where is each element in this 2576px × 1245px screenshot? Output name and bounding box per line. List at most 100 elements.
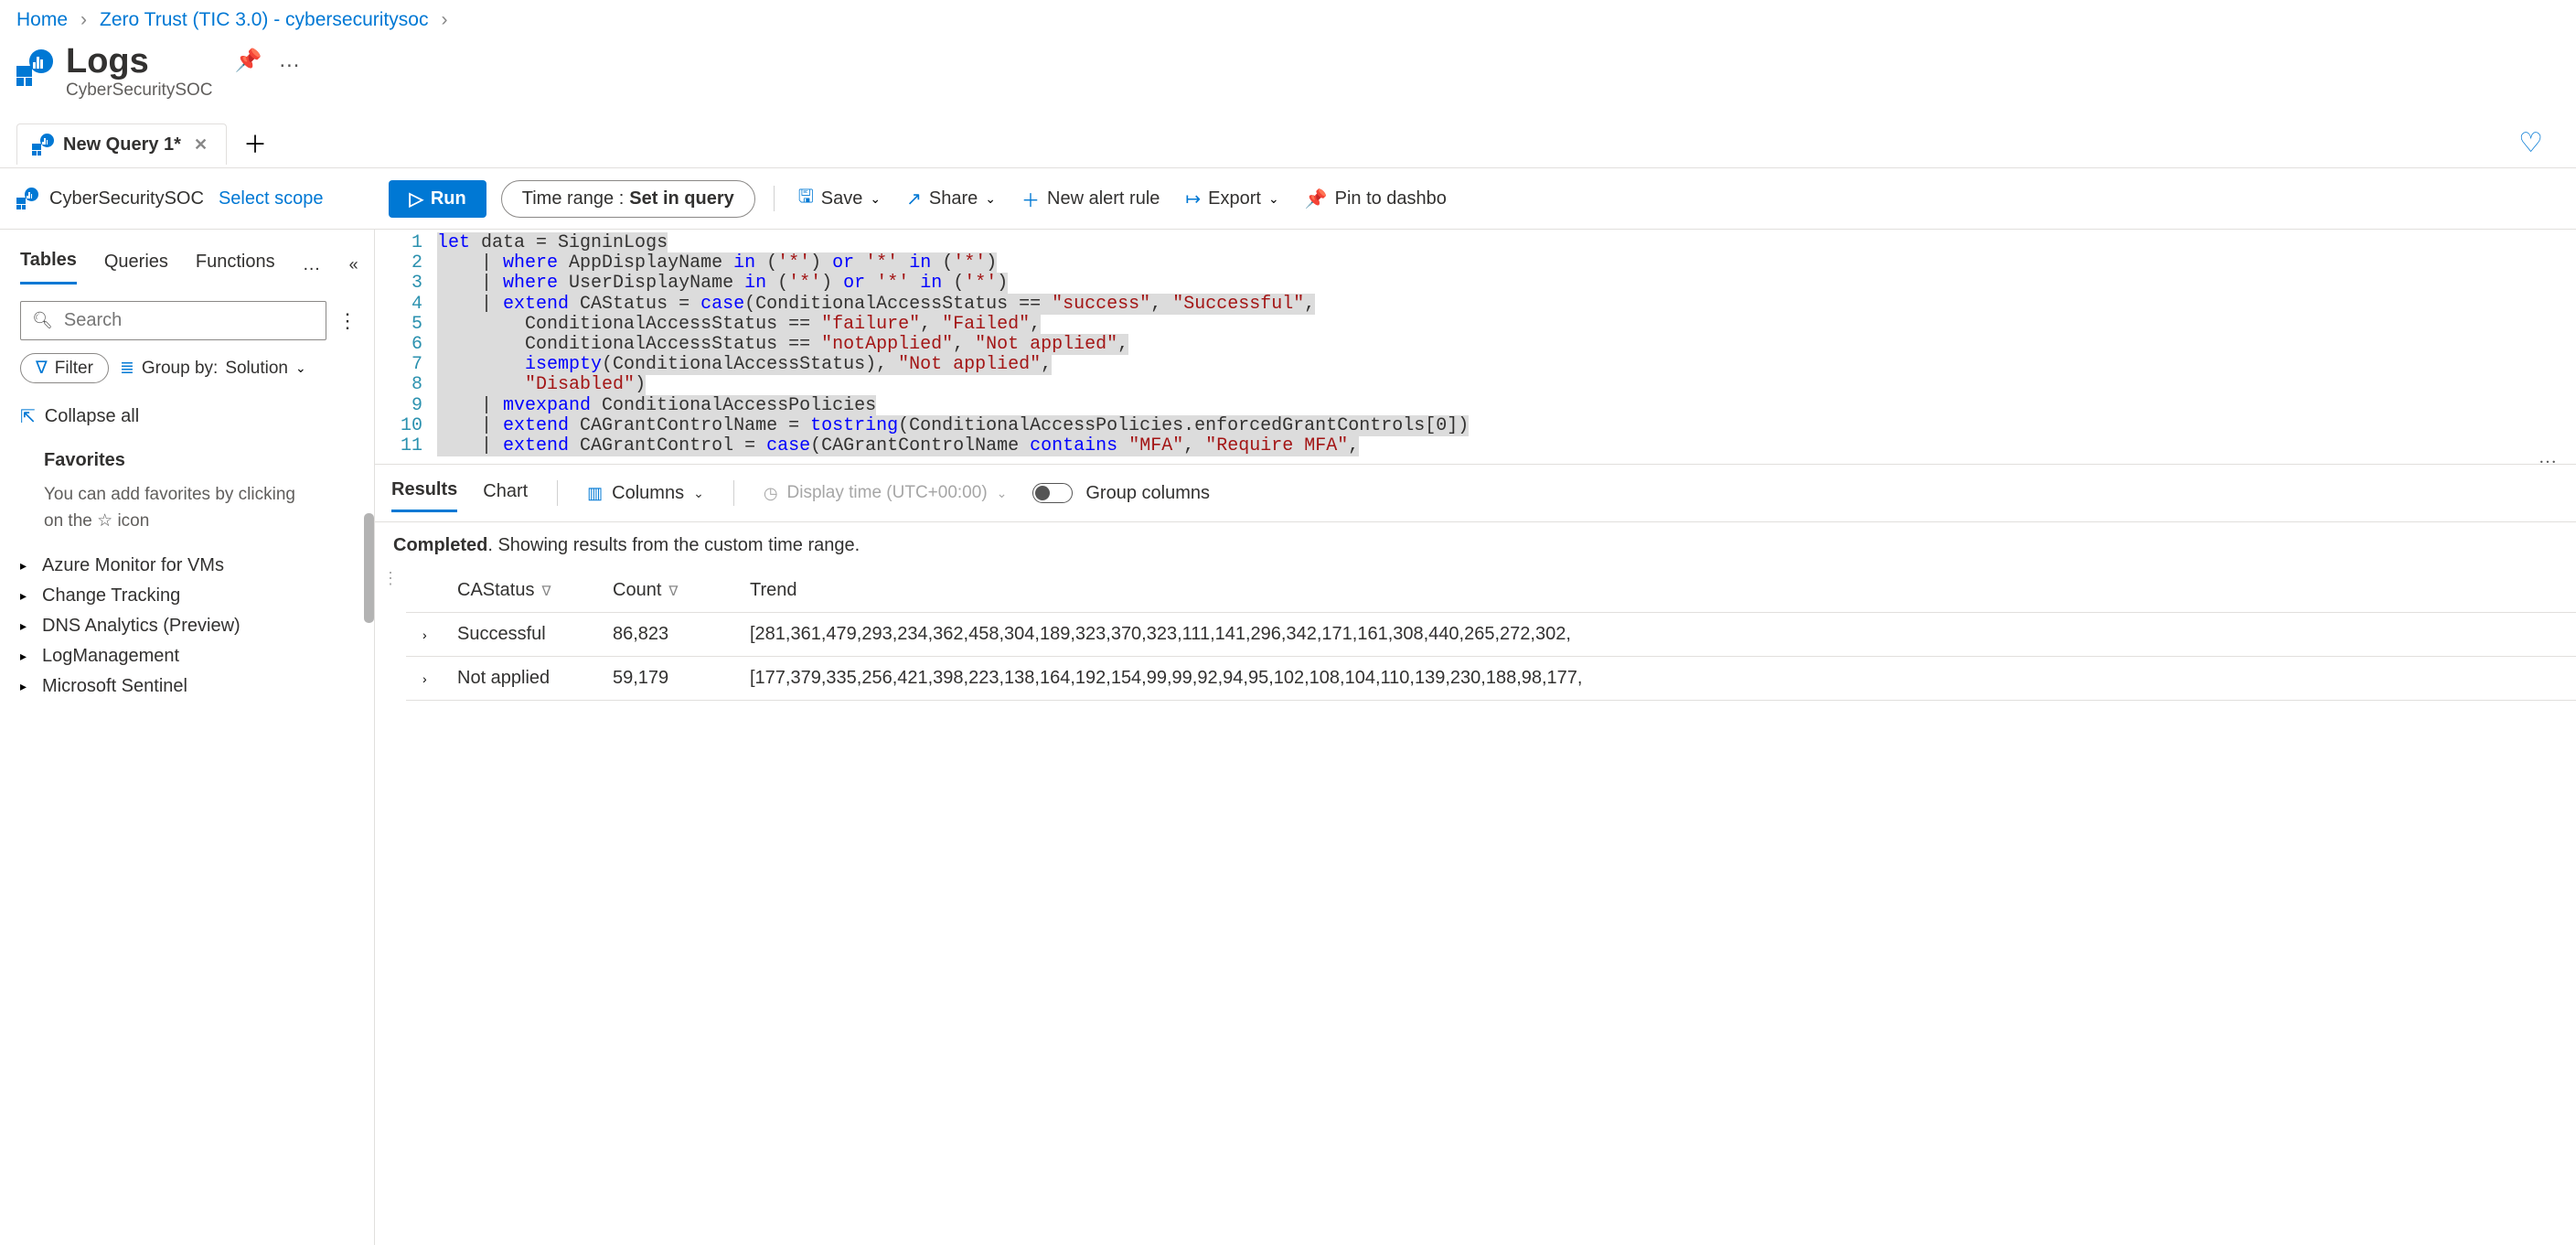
query-editor[interactable]: 1234567891011 let data = SigninLogs | wh… bbox=[375, 230, 2576, 465]
columns-button[interactable]: ▥ Columns ⌄ bbox=[587, 483, 704, 504]
filter-icon[interactable]: ∇ bbox=[541, 584, 550, 599]
filter-button[interactable]: ∇ Filter bbox=[20, 353, 109, 383]
table-row[interactable]: › Not applied 59,179 [177,379,335,256,42… bbox=[406, 657, 2576, 701]
chevron-down-icon: ⌄ bbox=[693, 486, 704, 501]
code-area[interactable]: let data = SigninLogs | where AppDisplay… bbox=[437, 233, 1487, 456]
collapse-all-button[interactable]: ⇱ Collapse all bbox=[20, 405, 358, 428]
add-tab-button[interactable]: ＋ bbox=[227, 119, 283, 167]
favorites-title: Favorites bbox=[44, 450, 358, 471]
save-button[interactable]: 🖫 Save ⌄ bbox=[793, 179, 886, 218]
chevron-down-icon: ⌄ bbox=[985, 191, 996, 207]
caret-right-icon: ▸ bbox=[20, 618, 33, 634]
export-icon: ↦ bbox=[1185, 188, 1201, 210]
tree-item[interactable]: ▸DNS Analytics (Preview) bbox=[20, 611, 358, 641]
workspace-name: CyberSecuritySOC bbox=[49, 188, 204, 209]
display-time-dropdown[interactable]: ◷ Display time (UTC+00:00) ⌄ bbox=[764, 483, 1008, 503]
sidebar-tab-tables[interactable]: Tables bbox=[20, 244, 77, 284]
chevron-right-icon[interactable]: › bbox=[421, 628, 427, 642]
caret-right-icon: ▸ bbox=[20, 558, 33, 574]
share-button[interactable]: ↗ Share ⌄ bbox=[901, 184, 1001, 214]
results-tab[interactable]: Results bbox=[391, 474, 457, 512]
logs-icon bbox=[32, 134, 54, 156]
search-field[interactable] bbox=[62, 309, 315, 332]
more-icon[interactable]: … bbox=[278, 48, 301, 73]
collapse-sidebar-icon[interactable]: « bbox=[349, 255, 358, 274]
chevron-down-icon: ⌄ bbox=[997, 486, 1008, 501]
tree-item[interactable]: ▸Microsoft Sentinel bbox=[20, 671, 358, 702]
tree-item[interactable]: ▸Azure Monitor for VMs bbox=[20, 551, 358, 581]
list-icon: ≣ bbox=[120, 358, 134, 379]
chevron-right-icon: › bbox=[80, 9, 87, 31]
close-icon[interactable]: ✕ bbox=[194, 135, 208, 155]
caret-right-icon: ▸ bbox=[20, 588, 33, 604]
more-icon[interactable]: … bbox=[303, 254, 322, 275]
toggle-switch[interactable] bbox=[1032, 483, 1073, 503]
select-scope-link[interactable]: Select scope bbox=[219, 188, 324, 209]
sidebar-tab-queries[interactable]: Queries bbox=[104, 246, 168, 284]
tree-item[interactable]: ▸Change Tracking bbox=[20, 581, 358, 611]
chevron-right-icon: › bbox=[441, 9, 447, 31]
plus-icon: ＋ bbox=[1021, 186, 1040, 212]
line-gutter: 1234567891011 bbox=[375, 233, 437, 456]
column-count[interactable]: Count∇ bbox=[598, 569, 735, 613]
more-vertical-icon[interactable]: ⋮ bbox=[375, 569, 406, 588]
workspace-picker[interactable]: CyberSecuritySOC bbox=[16, 188, 204, 209]
chevron-down-icon: ⌄ bbox=[870, 191, 881, 207]
time-range-label: Time range : bbox=[522, 188, 625, 209]
main-panel: 1234567891011 let data = SigninLogs | wh… bbox=[375, 230, 2576, 1245]
more-vertical-icon[interactable]: ⋮ bbox=[337, 309, 358, 333]
share-icon: ↗ bbox=[906, 188, 922, 210]
breadcrumb-workbook[interactable]: Zero Trust (TIC 3.0) - cybersecuritysoc bbox=[100, 9, 428, 31]
table-row[interactable]: › Successful 86,823 [281,361,479,293,234… bbox=[406, 613, 2576, 657]
new-alert-button[interactable]: ＋ New alert rule bbox=[1016, 182, 1165, 216]
page-subtitle: CyberSecuritySOC bbox=[66, 80, 213, 101]
page-title: Logs bbox=[66, 44, 213, 79]
favorites-section: Favorites You can add favorites by click… bbox=[44, 450, 358, 534]
chevron-right-icon[interactable]: › bbox=[421, 671, 427, 686]
query-status: Completed. Showing results from the cust… bbox=[375, 522, 2576, 569]
filter-icon: ∇ bbox=[36, 358, 48, 379]
schema-sidebar: Tables Queries Functions … « 🔍︎ ⋮ ∇ Filt… bbox=[0, 230, 375, 1245]
chevron-down-icon: ⌄ bbox=[295, 360, 306, 376]
filter-icon[interactable]: ∇ bbox=[668, 584, 678, 599]
logs-icon bbox=[16, 49, 53, 86]
query-tab-bar: New Query 1* ✕ ＋ ♡ bbox=[0, 119, 2576, 168]
groupby-dropdown[interactable]: ≣ Group by: Solution ⌄ bbox=[120, 358, 306, 379]
search-icon: 🔍︎ bbox=[32, 311, 53, 330]
results-toolbar: Results Chart ▥ Columns ⌄ ◷ Display time… bbox=[375, 465, 2576, 522]
export-button[interactable]: ↦ Export ⌄ bbox=[1180, 184, 1284, 214]
tree-item[interactable]: ▸LogManagement bbox=[20, 641, 358, 671]
more-icon: … bbox=[2539, 447, 2558, 465]
pin-icon[interactable]: 📌 bbox=[235, 48, 262, 74]
time-range-picker[interactable]: Time range : Set in query bbox=[501, 180, 755, 218]
columns-icon: ▥ bbox=[587, 484, 603, 503]
breadcrumb-home[interactable]: Home bbox=[16, 9, 68, 31]
results-table: CAStatus∇ Count∇ Trend › Successful 86,8… bbox=[406, 569, 2576, 701]
time-range-value: Set in query bbox=[629, 188, 733, 209]
pin-dashboard-button[interactable]: 📌 Pin to dashbo bbox=[1299, 184, 1452, 214]
heart-icon[interactable]: ♡ bbox=[2502, 120, 2560, 166]
sidebar-tab-functions[interactable]: Functions bbox=[196, 246, 275, 284]
sidebar-tabs: Tables Queries Functions … « bbox=[20, 239, 358, 284]
scrollbar-thumb[interactable] bbox=[364, 513, 374, 623]
run-label: Run bbox=[431, 188, 466, 209]
run-button[interactable]: ▷ Run bbox=[389, 180, 486, 218]
column-expand[interactable] bbox=[406, 569, 443, 613]
chart-tab[interactable]: Chart bbox=[483, 476, 528, 511]
caret-right-icon: ▸ bbox=[20, 679, 33, 694]
clock-icon: ◷ bbox=[764, 484, 778, 503]
caret-right-icon: ▸ bbox=[20, 649, 33, 664]
group-columns-toggle[interactable]: Group columns bbox=[1032, 483, 1210, 504]
column-castatus[interactable]: CAStatus∇ bbox=[443, 569, 598, 613]
chevron-down-icon: ⌄ bbox=[1268, 191, 1279, 207]
collapse-icon: ⇱ bbox=[20, 405, 36, 428]
search-input[interactable]: 🔍︎ bbox=[20, 301, 326, 340]
star-icon: ☆ bbox=[97, 511, 112, 531]
query-tab[interactable]: New Query 1* ✕ bbox=[16, 123, 227, 165]
tables-tree: ▸Azure Monitor for VMs ▸Change Tracking … bbox=[20, 551, 358, 702]
breadcrumb: Home › Zero Trust (TIC 3.0) - cybersecur… bbox=[0, 0, 2576, 38]
pin-icon: 📌 bbox=[1305, 188, 1328, 210]
page-header: Logs CyberSecuritySOC 📌 … bbox=[0, 38, 2576, 104]
logs-icon bbox=[16, 188, 38, 209]
column-trend[interactable]: Trend bbox=[735, 569, 2576, 613]
